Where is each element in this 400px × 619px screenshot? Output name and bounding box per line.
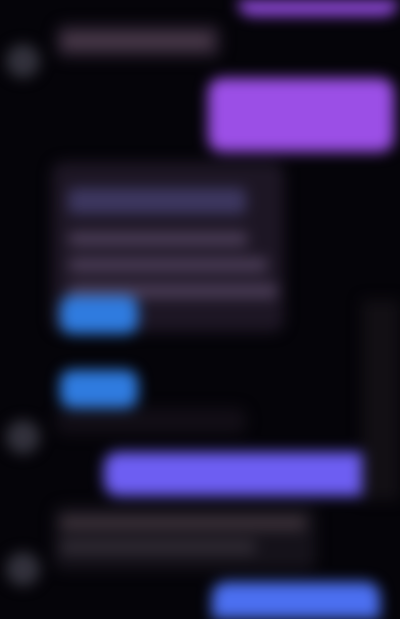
avatar[interactable] [6, 420, 40, 454]
card-action-button[interactable] [60, 370, 138, 408]
card-text-line [68, 258, 268, 272]
scroll-edge-shade [362, 300, 400, 500]
chat-screen [0, 0, 400, 619]
card-text-line [68, 232, 248, 246]
outgoing-message-bubble[interactable] [238, 0, 398, 16]
incoming-message-bubble[interactable] [56, 408, 246, 434]
avatar[interactable] [6, 552, 40, 586]
avatar[interactable] [6, 44, 40, 78]
incoming-text-line [60, 516, 306, 530]
incoming-text-line [62, 34, 212, 48]
incoming-message-bubble[interactable] [54, 506, 316, 570]
card-title [68, 188, 246, 214]
incoming-message-bubble[interactable] [56, 24, 221, 58]
outgoing-message-bubble[interactable] [208, 78, 394, 152]
outgoing-message-bubble[interactable] [104, 452, 388, 496]
card-action-button[interactable] [60, 296, 138, 334]
incoming-text-line [60, 540, 256, 554]
outgoing-message-bubble[interactable] [212, 582, 380, 619]
